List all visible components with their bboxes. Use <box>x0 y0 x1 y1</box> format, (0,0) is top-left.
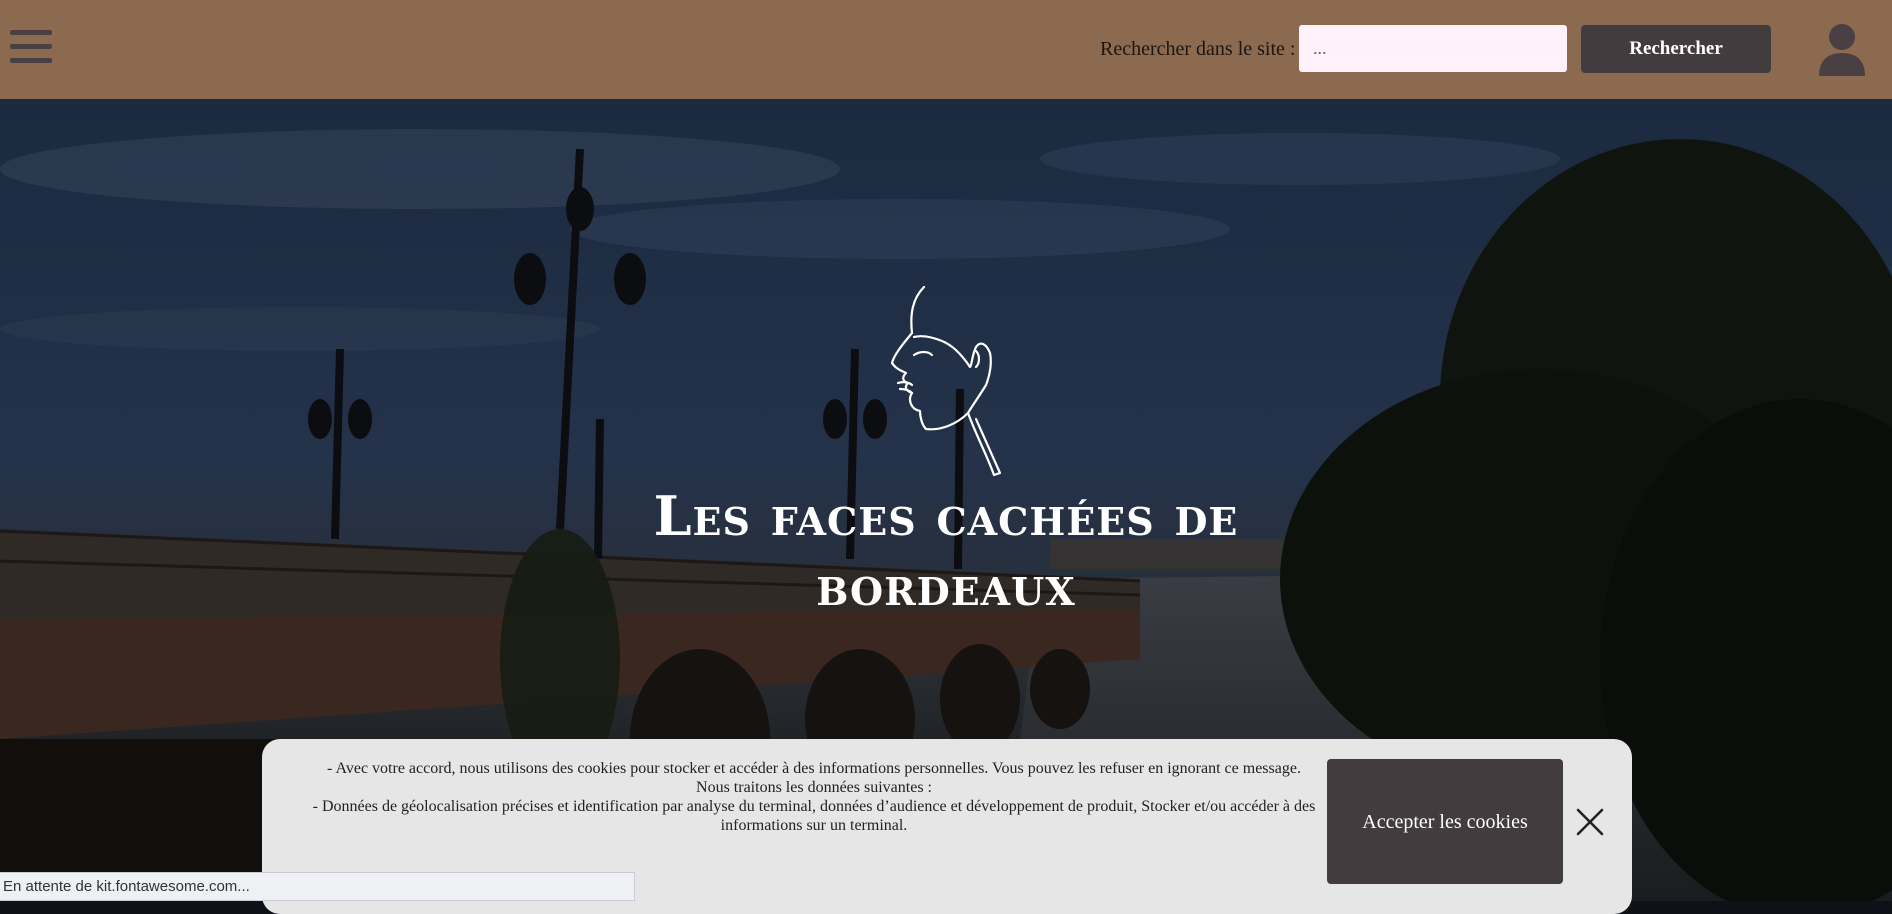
hero-title: Les faces cachées de bordeaux <box>546 481 1346 621</box>
cookie-message-line: - Données de géolocalisation précises et… <box>312 798 1316 815</box>
search-label: Rechercher dans le site : <box>1100 38 1296 60</box>
cookie-message: - Avec votre accord, nous utilisons des … <box>272 759 1356 835</box>
hero-title-line-2: bordeaux <box>816 554 1076 618</box>
browser-status-bar: En attente de kit.fontawesome.com... <box>0 872 635 901</box>
accept-cookies-button[interactable]: Accepter les cookies <box>1327 759 1563 884</box>
cookie-message-line: informations sur un terminal. <box>720 817 908 834</box>
site-header: Rechercher dans le site : Rechercher <box>0 0 1892 99</box>
search-input[interactable] <box>1299 25 1567 72</box>
close-icon[interactable] <box>1574 806 1606 838</box>
hero-title-line-1: Les faces cachées de <box>653 484 1239 548</box>
cookie-message-line: Nous traitons les données suivantes : <box>696 779 932 796</box>
search-button[interactable]: Rechercher <box>1581 25 1771 73</box>
hamburger-menu-icon[interactable] <box>10 30 52 64</box>
face-line-art-icon <box>890 285 1002 477</box>
cookie-message-line: - Avec votre accord, nous utilisons des … <box>327 760 1301 777</box>
user-icon[interactable] <box>1819 24 1865 76</box>
